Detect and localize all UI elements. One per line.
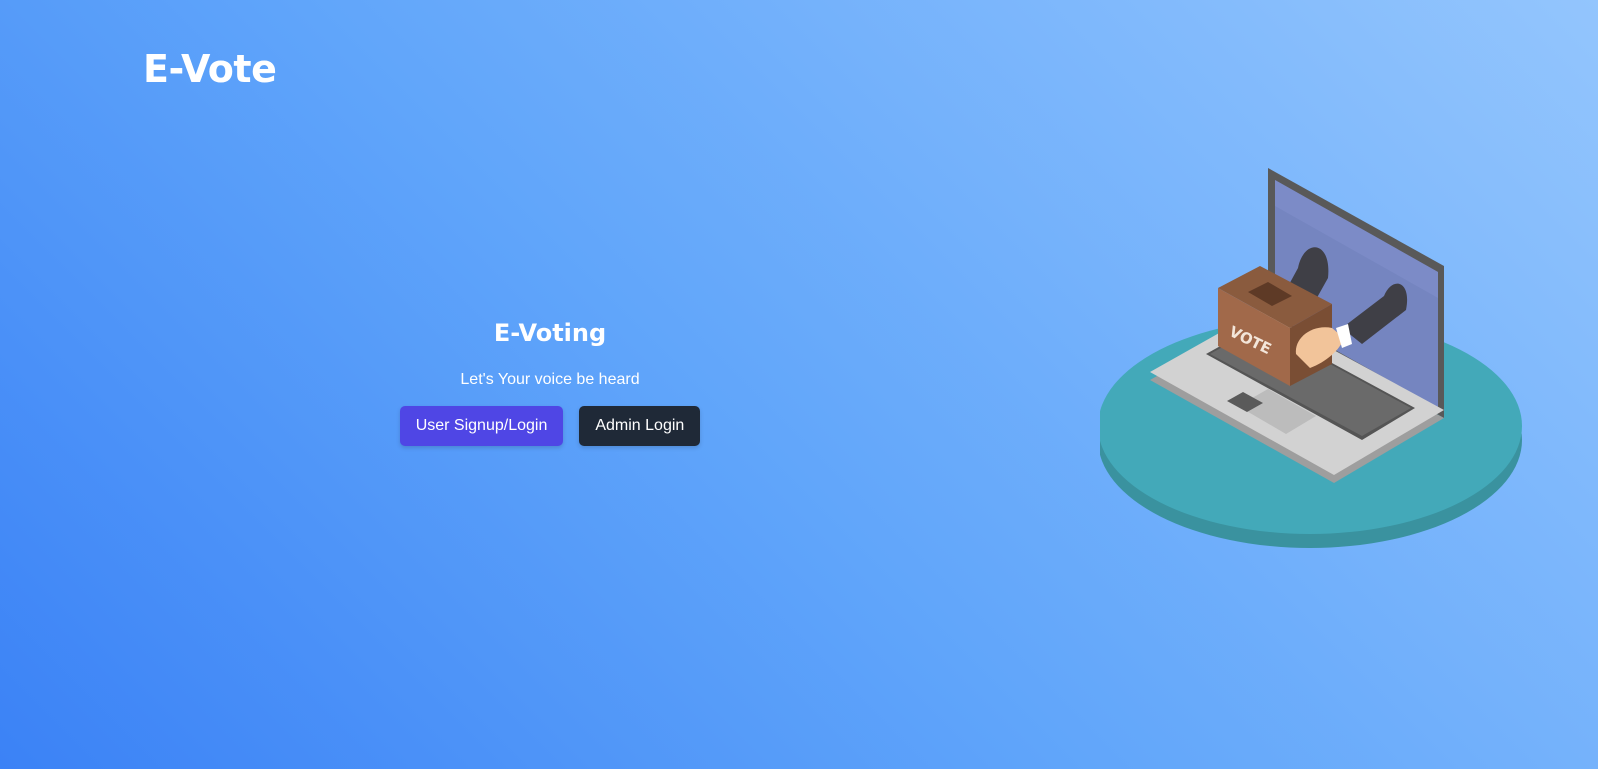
admin-login-button[interactable]: Admin Login (579, 406, 701, 446)
user-signup-login-button[interactable]: User Signup/Login (399, 406, 564, 446)
brand-logo: E-Vote (143, 47, 277, 91)
laptop-ballot-box-illustration: VOTE (1100, 168, 1522, 548)
hero-title: E-Voting (493, 319, 607, 347)
hero-subtitle: Let's Your voice be heard (460, 371, 640, 388)
hero-section: E-Voting Let's Your voice be heard User … (390, 318, 710, 446)
hero-actions: User Signup/Login Admin Login (390, 406, 710, 446)
